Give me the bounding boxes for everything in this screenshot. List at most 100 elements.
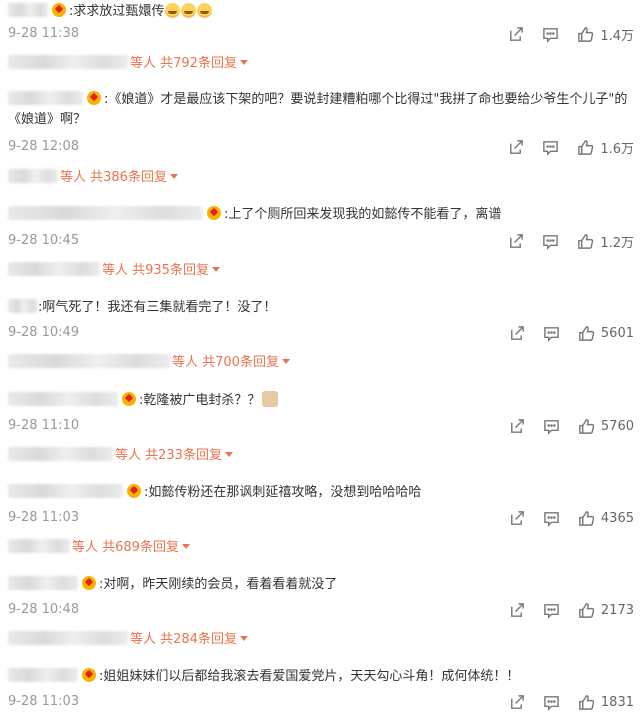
blurred-username[interactable]	[8, 576, 78, 590]
like-button[interactable]: 2173	[578, 602, 634, 619]
comment-actions: 1.6万	[489, 137, 634, 157]
comment-button[interactable]	[543, 325, 560, 342]
blurred-username[interactable]	[8, 392, 118, 406]
share-button[interactable]	[508, 325, 525, 342]
blurred-username[interactable]	[8, 299, 38, 313]
thumbs-up-icon	[578, 233, 594, 249]
blurred-usernames	[8, 55, 128, 69]
vip-badge-icon	[122, 392, 136, 406]
comment-button[interactable]	[543, 510, 560, 527]
blurred-username[interactable]	[8, 206, 203, 220]
thumbs-up-icon	[578, 26, 594, 42]
vip-badge-icon	[82, 576, 96, 590]
comment-time: 9-28 10:48	[8, 602, 80, 617]
cat-emoji-icon	[262, 391, 279, 407]
replies-text: 等人 共792条回复	[130, 56, 237, 71]
comment-text: :求求放过甄嬛传	[69, 4, 165, 19]
caret-down-icon	[181, 544, 190, 549]
replies-link[interactable]: 等人 共233条回复	[8, 446, 233, 466]
vip-badge-icon	[52, 3, 66, 17]
comment-meta: 9-28 11:10 5760	[8, 416, 634, 436]
comment-body: :如懿传粉还在那讽刺延禧攻略，没想到哈哈哈哈	[8, 483, 634, 503]
like-button[interactable]: 4365	[578, 510, 634, 527]
replies-text: 等人 共233条回复	[115, 448, 222, 463]
blurred-username[interactable]	[8, 484, 123, 498]
blurred-usernames	[8, 447, 113, 461]
comment-time: 9-28 10:45	[8, 233, 80, 248]
share-button[interactable]	[507, 233, 524, 250]
thumbs-up-icon	[578, 139, 594, 155]
comment-actions: 1.2万	[489, 231, 634, 251]
comment-actions: 1.4万	[489, 24, 634, 44]
like-count: 1831	[600, 694, 634, 710]
comment-actions: 2173	[490, 600, 634, 620]
like-button[interactable]: 5760	[578, 418, 634, 435]
replies-text: 等人 共700条回复	[172, 355, 279, 370]
comment-meta: 9-28 10:49 5601	[8, 323, 634, 343]
blurred-usernames	[8, 262, 100, 276]
share-button[interactable]	[507, 26, 524, 43]
comment-time: 9-28 12:08	[8, 139, 80, 154]
thumbs-up-icon	[579, 694, 595, 710]
comment-meta: 9-28 11:03 1831	[8, 692, 634, 712]
comment-body: :上了个厕所回来发现我的如懿传不能看了，离谱	[8, 205, 634, 225]
like-button[interactable]: 1.2万	[577, 232, 634, 251]
share-icon	[510, 26, 524, 41]
share-button[interactable]	[508, 602, 525, 619]
comment-time: 9-28 11:10	[8, 418, 80, 433]
comment-text: :对啊，昨天刚续的会员，看着看着就没了	[99, 577, 338, 592]
comment-button[interactable]	[542, 139, 559, 156]
thumbs-up-icon	[579, 418, 595, 434]
like-count: 4365	[600, 510, 634, 526]
replies-link[interactable]: 等人 共792条回复	[8, 54, 248, 74]
comment-actions: 5760	[490, 416, 634, 436]
vip-badge-icon	[87, 91, 101, 105]
like-button[interactable]: 1.4万	[577, 25, 634, 44]
comment-body: :姐姐妹妹们以后都给我滚去看爱国爱党片，天天勾心斗角！成何体统！！	[8, 667, 634, 687]
caret-down-icon	[224, 452, 233, 457]
like-count: 5760	[600, 418, 634, 434]
blurred-username[interactable]	[8, 3, 48, 17]
comment-button[interactable]	[543, 418, 560, 435]
share-icon	[510, 510, 524, 525]
thumbs-up-icon	[579, 510, 595, 526]
comment-button[interactable]	[543, 694, 560, 711]
comment-meta: 9-28 11:03 4365	[8, 508, 634, 528]
comment-actions: 4365	[490, 508, 634, 528]
blurred-username[interactable]	[8, 668, 78, 682]
comment-actions: 1831	[490, 692, 634, 712]
like-button[interactable]: 1.6万	[577, 138, 634, 157]
share-button[interactable]	[508, 418, 525, 435]
replies-text: 等人 共284条回复	[130, 632, 237, 647]
replies-link[interactable]: 等人 共935条回复	[8, 261, 220, 281]
comment-text: :上了个厕所回来发现我的如懿传不能看了，离谱	[224, 207, 502, 222]
comment-button[interactable]	[543, 602, 560, 619]
blurred-usernames	[8, 354, 170, 368]
blurred-usernames	[8, 169, 58, 183]
replies-link[interactable]: 等人 共284条回复	[8, 630, 248, 650]
comment-button[interactable]	[542, 26, 559, 43]
share-button[interactable]	[507, 139, 524, 156]
comment-icon	[544, 511, 559, 527]
share-button[interactable]	[508, 510, 525, 527]
blurred-usernames	[8, 539, 70, 553]
comment-button[interactable]	[542, 233, 559, 250]
blurred-username[interactable]	[8, 91, 83, 105]
replies-text: 等人 共935条回复	[102, 263, 209, 278]
comment-meta: 9-28 12:08 1.6万	[8, 137, 634, 157]
share-button[interactable]	[508, 694, 525, 711]
replies-link[interactable]: 等人 共700条回复	[8, 353, 290, 373]
like-button[interactable]: 5601	[578, 325, 634, 342]
comment-time: 9-28 11:03	[8, 510, 80, 525]
replies-link[interactable]: 等人 共689条回复	[8, 538, 190, 558]
share-icon	[510, 418, 524, 433]
comment-icon	[544, 419, 559, 435]
thumbs-up-icon	[579, 602, 595, 618]
replies-link[interactable]: 等人 共386条回复	[8, 168, 178, 188]
comment-icon	[544, 603, 559, 619]
comment-time: 9-28 10:49	[8, 325, 80, 340]
comment-icon	[544, 326, 559, 342]
like-count: 1.2万	[600, 235, 634, 251]
like-button[interactable]: 1831	[578, 694, 634, 711]
like-count: 5601	[600, 325, 634, 341]
